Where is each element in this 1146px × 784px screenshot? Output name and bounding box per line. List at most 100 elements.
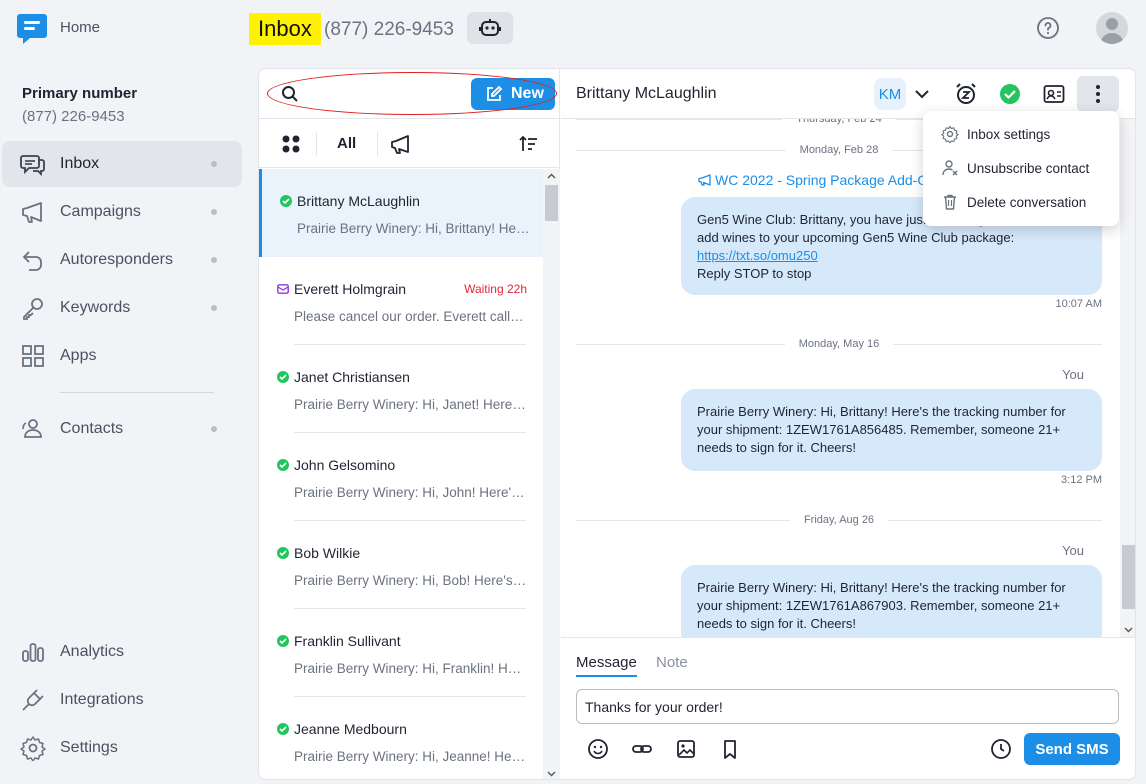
check-circle-icon [277, 635, 289, 647]
gear-icon [20, 735, 46, 761]
sidebar-item-autoresponders[interactable]: Autoresponders [2, 237, 242, 283]
sidebar-item-analytics[interactable]: Analytics [2, 629, 242, 675]
logo-icon[interactable] [16, 12, 48, 46]
plug-icon [20, 687, 46, 713]
scrollbar[interactable] [543, 169, 560, 779]
inbox-phone-number: (877) 226-9453 [324, 19, 454, 40]
conversation-item[interactable]: Janet Christiansen Prairie Berry Winery:… [259, 345, 543, 433]
message-preview: Prairie Berry Winery: Hi, John! Here's t… [294, 485, 528, 500]
menu-item-delete-conversation[interactable]: Delete conversation [923, 185, 1119, 219]
status-dot [211, 305, 217, 311]
reply-arrow-icon [20, 247, 46, 273]
more-vertical-icon[interactable] [1077, 76, 1119, 112]
conversation-item[interactable]: John Gelsomino Prairie Berry Winery: Hi,… [259, 433, 543, 521]
scroll-thumb[interactable] [1122, 545, 1135, 609]
message-preview: Prairie Berry Winery: Hi, Brittany! Here… [297, 221, 531, 236]
campaign-link[interactable]: WC 2022 - Spring Package Add-On [698, 172, 936, 188]
sidebar-item-integrations[interactable]: Integrations [2, 677, 242, 723]
bookmark-icon[interactable] [719, 738, 741, 760]
contact-card-icon[interactable] [1042, 82, 1066, 106]
primary-number-label: Primary number [22, 85, 138, 102]
message-link[interactable]: https://txt.so/omu250 [697, 248, 818, 263]
gear-icon [941, 125, 959, 143]
sidebar-item-inbox[interactable]: Inbox [2, 141, 242, 187]
sidebar-item-apps[interactable]: Apps [2, 333, 242, 379]
megaphone-icon [698, 173, 712, 187]
sidebar-item-label: Contacts [60, 420, 124, 437]
message-bubble: Prairie Berry Winery: Hi, Brittany! Here… [681, 389, 1102, 471]
contacts-icon [20, 416, 46, 442]
user-remove-icon [941, 159, 959, 177]
message-preview: Prairie Berry Winery: Hi, Janet! Here's … [294, 397, 528, 412]
top-bar: Home Inbox (877) 226-9453 [0, 0, 1146, 60]
message-input[interactable] [576, 689, 1119, 724]
tab-note[interactable]: Note [656, 654, 688, 671]
robot-icon[interactable] [467, 12, 513, 44]
send-sms-button[interactable]: Send SMS [1024, 733, 1120, 765]
message-time: 10:07 AM [1055, 298, 1102, 310]
scroll-up-icon[interactable] [546, 171, 557, 182]
menu-item-label: Inbox settings [967, 126, 1051, 142]
filter-all[interactable]: All [337, 135, 356, 152]
conversation-item[interactable]: Franklin Sullivant Prairie Berry Winery:… [259, 609, 543, 697]
status-dot [211, 161, 217, 167]
scroll-down-icon[interactable] [546, 768, 557, 779]
sort-icon[interactable] [517, 133, 539, 155]
envelope-icon [277, 283, 289, 295]
apps-grid-icon [20, 343, 46, 369]
menu-item-unsubscribe-contact[interactable]: Unsubscribe contact [923, 151, 1119, 185]
conversation-options-menu: Inbox settings Unsubscribe contact Delet… [923, 111, 1119, 226]
conversation-item[interactable]: Bob Wilkie Prairie Berry Winery: Hi, Bob… [259, 521, 543, 609]
message-preview: Prairie Berry Winery: Hi, Bob! Here's th… [294, 573, 528, 588]
sidebar-item-label: Analytics [60, 643, 125, 660]
tab-message[interactable]: Message [576, 654, 637, 677]
emoji-icon[interactable] [587, 738, 609, 760]
contact-name-heading[interactable]: Brittany McLaughlin [576, 85, 717, 103]
message-time: 3:12 PM [1061, 474, 1102, 486]
check-circle-icon [277, 371, 289, 383]
contact-name: Janet Christiansen [294, 369, 410, 385]
conversation-item[interactable]: Everett Holmgrain Waiting 22h Please can… [259, 257, 543, 345]
sidebar-item-label: Apps [60, 347, 97, 364]
grid-filter-icon[interactable] [281, 134, 301, 154]
scroll-thumb[interactable] [545, 185, 558, 221]
message-preview: Prairie Berry Winery: Hi, Franklin! Here… [294, 661, 528, 676]
message-sender: You [1062, 367, 1084, 382]
link-icon[interactable] [631, 738, 653, 760]
menu-item-inbox-settings[interactable]: Inbox settings [923, 117, 1119, 151]
divider [377, 132, 378, 156]
message-composer: Message Note Send SMS [561, 637, 1135, 779]
clock-icon[interactable] [990, 738, 1012, 760]
date-separator: Friday, Aug 26 [576, 512, 1102, 528]
image-icon[interactable] [675, 738, 697, 760]
chevron-down-icon[interactable] [910, 82, 934, 106]
filter-row: All [259, 120, 560, 168]
conversation-item[interactable]: Brittany McLaughlin Prairie Berry Winery… [259, 169, 543, 257]
primary-number-value: (877) 226-9453 [22, 108, 125, 125]
sidebar-item-label: Inbox [60, 155, 100, 172]
sidebar-item-label: Campaigns [60, 203, 141, 220]
message-sender: You [1062, 543, 1084, 558]
menu-item-label: Delete conversation [967, 194, 1087, 210]
check-circle-icon[interactable] [998, 82, 1022, 106]
sidebar-item-keywords[interactable]: Keywords [2, 285, 242, 331]
sidebar-item-settings[interactable]: Settings [2, 725, 242, 771]
assignee-badge[interactable]: KM [874, 78, 906, 110]
contact-name: Everett Holmgrain [294, 281, 407, 297]
check-circle-icon [277, 459, 289, 471]
megaphone-icon[interactable] [390, 133, 412, 155]
message-bubble: Prairie Berry Winery: Hi, Brittany! Here… [681, 565, 1102, 637]
sidebar-item-contacts[interactable]: Contacts [2, 406, 242, 452]
conversation-item[interactable]: Jeanne Medbourn Prairie Berry Winery: Hi… [259, 697, 543, 779]
contact-name: John Gelsomino [294, 457, 396, 473]
scrollbar[interactable] [1120, 119, 1135, 637]
home-link[interactable]: Home [60, 19, 100, 36]
check-circle-icon [277, 547, 289, 559]
chat-bubbles-icon [20, 151, 46, 177]
snooze-alarm-icon[interactable] [954, 82, 978, 106]
help-circle-icon[interactable] [1036, 16, 1060, 40]
sidebar-item-label: Integrations [60, 691, 144, 708]
avatar[interactable] [1096, 12, 1128, 44]
sidebar-item-campaigns[interactable]: Campaigns [2, 189, 242, 235]
scroll-down-icon[interactable] [1123, 624, 1134, 635]
